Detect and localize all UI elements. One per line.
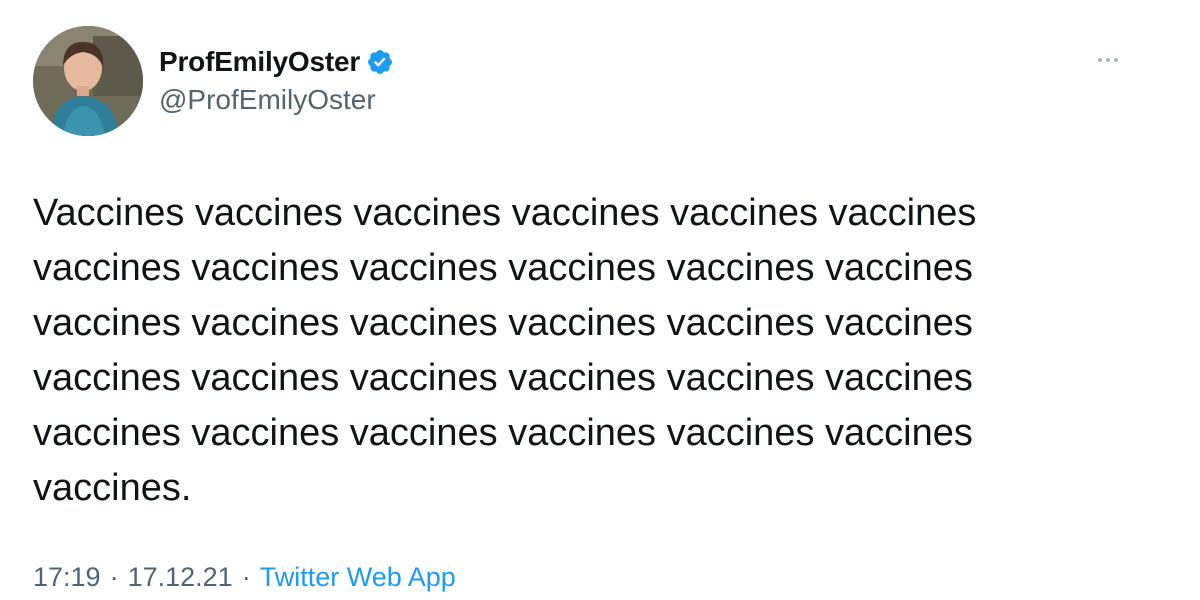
avatar[interactable] xyxy=(33,26,143,136)
tweet-meta: 17:19 · 17.12.21 · Twitter Web App xyxy=(33,562,456,593)
meta-separator: · xyxy=(241,562,251,592)
tweet-time[interactable]: 17:19 xyxy=(33,562,101,593)
more-dot xyxy=(1098,58,1102,62)
name-row: ProfEmilyOster xyxy=(159,44,394,80)
author-block: ProfEmilyOster @ProfEmilyOster xyxy=(159,44,394,116)
tweet-text: Vaccines vaccines vaccines vaccines vacc… xyxy=(33,192,977,509)
tweet-source-link[interactable]: Twitter Web App xyxy=(260,562,456,593)
more-options-icon[interactable] xyxy=(1090,48,1126,72)
profile-photo-icon xyxy=(33,26,143,136)
more-dot xyxy=(1114,58,1118,62)
handle[interactable]: @ProfEmilyOster xyxy=(159,84,394,116)
meta-separator: · xyxy=(109,562,119,592)
tweet-card: ProfEmilyOster @ProfEmilyOster Vaccines … xyxy=(0,0,1200,600)
more-dot xyxy=(1106,58,1110,62)
display-name[interactable]: ProfEmilyOster xyxy=(159,46,360,78)
verified-badge-icon xyxy=(366,48,394,76)
tweet-date[interactable]: 17.12.21 xyxy=(128,562,233,593)
